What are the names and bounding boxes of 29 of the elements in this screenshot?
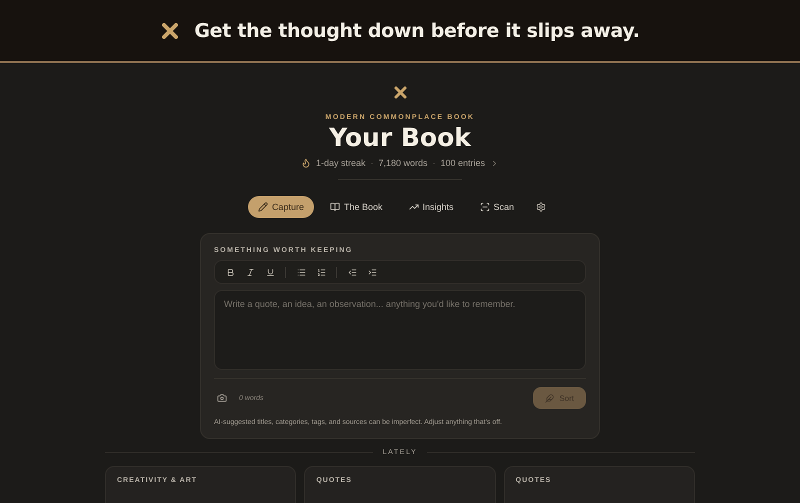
numbered-list-icon [316, 268, 326, 276]
trend-line-icon [408, 202, 418, 212]
book-icon [330, 202, 340, 212]
cross-logo-icon [160, 20, 180, 40]
scan-icon [480, 202, 490, 212]
separator-dot: · [370, 158, 374, 168]
nav-tab[interactable]: Insights [398, 196, 464, 218]
outdent-icon [348, 268, 356, 276]
pencil-icon [258, 202, 268, 212]
bold-icon [226, 268, 234, 276]
gear-icon [536, 202, 546, 212]
stat-text: 7,180 words [378, 158, 428, 168]
entry-field[interactable]: Write a quote, an idea, an observation... anything you'd like to remember. [214, 290, 586, 370]
nav-tab[interactable]: Capture [248, 196, 314, 218]
bullet-list-icon [296, 268, 306, 276]
camera-icon[interactable] [217, 393, 227, 403]
nav-tab[interactable]: Scan [470, 196, 524, 218]
flame-icon [300, 158, 311, 168]
feather-icon [545, 394, 554, 402]
page-title: Your Book [329, 123, 471, 152]
banner-headline: Get the thought down before it slips away. [194, 20, 640, 42]
underline-icon [266, 268, 274, 276]
stat-text: 1-day streak [316, 158, 366, 168]
nav-tab[interactable]: The Book [320, 196, 392, 218]
indent-icon [368, 268, 376, 276]
separator-dot: · [432, 158, 436, 168]
italic-icon [246, 268, 254, 276]
cross-logo-icon [392, 85, 408, 100]
stat-text: 100 entries [440, 158, 486, 168]
